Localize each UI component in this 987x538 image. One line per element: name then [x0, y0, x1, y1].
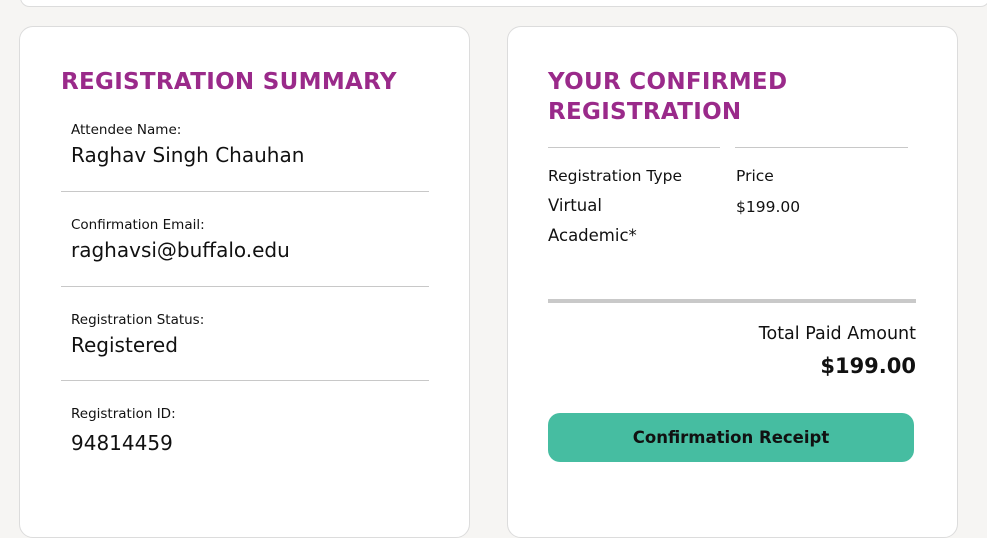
registration-type-value: Virtual Academic*	[548, 191, 637, 251]
registration-type-line-1: Virtual	[548, 196, 602, 215]
title-line-1: YOUR CONFIRMED	[548, 69, 788, 95]
registration-id-label: Registration ID:	[71, 406, 176, 422]
total-paid-label: Total Paid Amount	[758, 324, 916, 344]
registration-summary-card: REGISTRATION SUMMARY Attendee Name: Ragh…	[19, 26, 470, 538]
confirmation-email-label: Confirmation Email:	[71, 217, 205, 233]
attendee-name-value: Raghav Singh Chauhan	[71, 143, 305, 167]
top-card-edge	[20, 0, 987, 7]
divider	[61, 191, 429, 192]
total-divider	[548, 299, 916, 303]
registration-type-header: Registration Type	[548, 167, 682, 185]
type-column-rule	[548, 147, 720, 148]
price-column-rule	[735, 147, 908, 148]
confirmed-registration-card: YOUR CONFIRMED REGISTRATION Registration…	[507, 26, 958, 538]
confirmation-receipt-button[interactable]: Confirmation Receipt	[548, 413, 914, 462]
registration-status-label: Registration Status:	[71, 312, 205, 328]
confirmation-email-value: raghavsi@buffalo.edu	[71, 238, 290, 262]
registration-type-line-2: Academic*	[548, 226, 637, 245]
title-line-2: REGISTRATION	[548, 99, 742, 125]
total-paid-amount: $199.00	[820, 354, 916, 378]
registration-id-value: 94814459	[71, 431, 173, 455]
price-header: Price	[736, 167, 774, 185]
divider	[61, 286, 429, 287]
divider	[61, 380, 429, 381]
confirmed-registration-title: YOUR CONFIRMED REGISTRATION	[548, 67, 908, 127]
price-value: $199.00	[736, 198, 801, 216]
registration-status-value: Registered	[71, 333, 178, 357]
registration-summary-title: REGISTRATION SUMMARY	[61, 69, 397, 95]
attendee-name-label: Attendee Name:	[71, 122, 182, 138]
